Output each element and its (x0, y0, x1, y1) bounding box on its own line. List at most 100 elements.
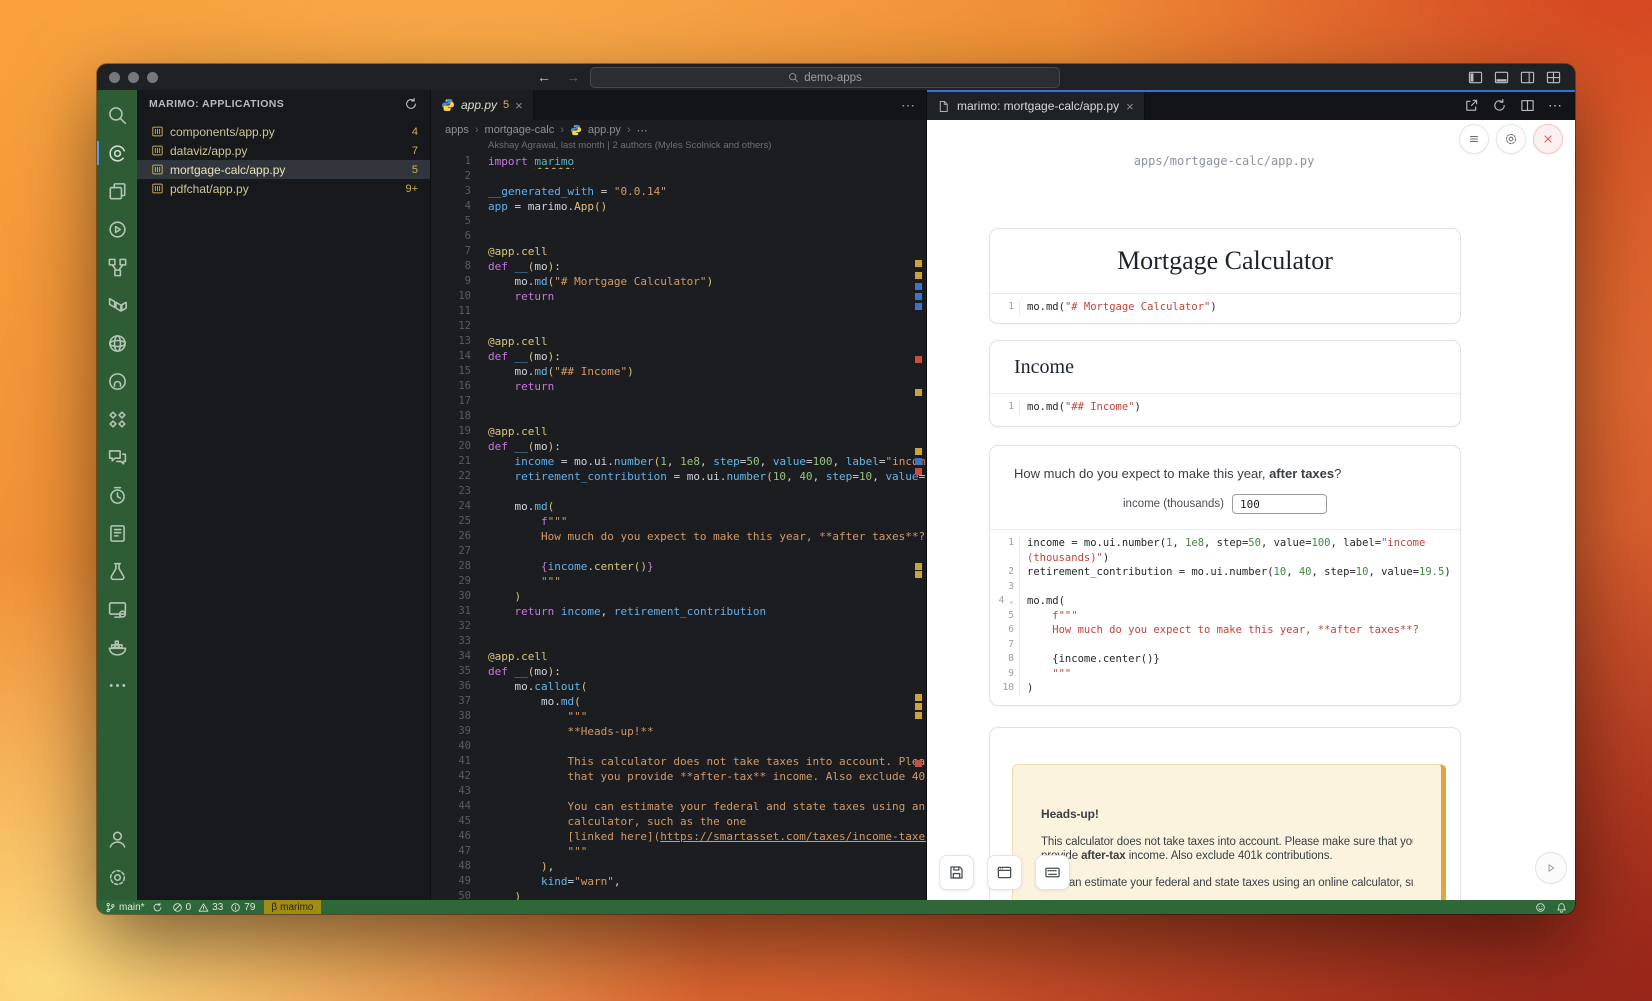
line-number: 42 (431, 769, 488, 784)
income-input[interactable] (1232, 494, 1327, 514)
breadcrumb-item[interactable]: mortgage-calc (485, 124, 555, 136)
code-line: 1import marimo (431, 154, 926, 169)
code-line: 33 (431, 634, 926, 649)
tab-label: marimo: mortgage-calc/app.py (957, 99, 1119, 113)
activity-pipelines[interactable] (97, 400, 137, 438)
problems-status[interactable]: 0 33 79 (172, 902, 256, 913)
editor-group-preview: marimo: mortgage-calc/app.py × ⋯ apps/mo… (927, 90, 1575, 900)
code-editor[interactable]: 1import marimo23__generated_with = "0.0.… (431, 153, 926, 900)
activity-notebook[interactable] (97, 514, 137, 552)
code-line: 35def __(mo): (431, 664, 926, 679)
line-number: 2 (990, 565, 1020, 580)
layout-grid-icon[interactable] (1546, 70, 1561, 85)
panel-left-icon[interactable] (1468, 70, 1483, 85)
code-line: 26 How much do you expect to make this y… (431, 529, 926, 544)
window-icon (996, 864, 1013, 881)
git-blame-annotation: Akshay Agrawal, last month | 2 authors (… (431, 140, 926, 153)
command-center-search[interactable]: demo-apps (590, 67, 1060, 88)
activity-comments[interactable] (97, 438, 137, 476)
tab-marimo-preview[interactable]: marimo: mortgage-calc/app.py × (927, 92, 1145, 120)
tab-app-py[interactable]: app.py 5 × (431, 90, 534, 120)
chevron-down-icon[interactable]: ⌄ (1004, 596, 1014, 605)
preview-tab-bar: marimo: mortgage-calc/app.py × ⋯ (927, 90, 1575, 120)
cell-code[interactable]: 1mo.md("# Mortgage Calculator") (990, 293, 1460, 319)
gear-icon (1504, 132, 1518, 146)
code-line: 9 mo.md("# Mortgage Calculator") (431, 274, 926, 289)
run-button[interactable] (1535, 852, 1567, 884)
activity-settings[interactable] (97, 858, 137, 896)
file-row[interactable]: components/app.py4 (137, 122, 430, 141)
file-row[interactable]: mortgage-calc/app.py5 (137, 160, 430, 179)
shutdown-button[interactable] (1533, 124, 1563, 154)
code-line: 22 retirement_contribution = mo.ui.numbe… (431, 469, 926, 484)
zoom-window-button[interactable] (147, 72, 158, 83)
breadcrumb-item[interactable]: app.py (588, 124, 621, 136)
question-text: How much do you expect to make this year… (990, 446, 1460, 481)
activity-sphere[interactable] (97, 324, 137, 362)
notifications-bell-icon[interactable] (1556, 902, 1567, 913)
activity-search[interactable] (97, 96, 137, 134)
activity-docker[interactable] (97, 628, 137, 666)
activity-watch[interactable] (97, 476, 137, 514)
activity-github[interactable] (97, 362, 137, 400)
close-icon[interactable]: × (1126, 99, 1134, 114)
save-button[interactable] (939, 855, 974, 890)
activity-files[interactable] (97, 172, 137, 210)
breadcrumb-item[interactable]: ⋯ (637, 124, 648, 137)
line-number: 41 (431, 754, 488, 769)
editor-actions-more[interactable]: ⋯ (901, 97, 926, 114)
overview-ruler[interactable] (912, 153, 926, 900)
refresh-icon[interactable] (1492, 98, 1507, 113)
file-row[interactable]: dataviz/app.py7 (137, 141, 430, 160)
cell-code[interactable]: 1income = mo.ui.number(1, 1e8, step=50, … (990, 529, 1460, 700)
activity-symbols[interactable] (97, 248, 137, 286)
python-icon (570, 124, 582, 136)
activity-terraform[interactable] (97, 286, 137, 324)
nav-back-button[interactable]: ← (537, 69, 551, 85)
info-icon (230, 902, 241, 913)
run-profile-icon (107, 219, 128, 240)
file-row[interactable]: pdfchat/app.py9+ (137, 179, 430, 198)
refresh-icon[interactable] (404, 97, 418, 111)
nav-forward-button[interactable]: → (566, 69, 580, 85)
panel-bottom-icon[interactable] (1494, 70, 1509, 85)
code-line: 23 (431, 484, 926, 499)
settings-button[interactable] (1496, 124, 1526, 154)
line-number: 15 (431, 364, 488, 379)
split-editor-icon[interactable] (1520, 98, 1535, 113)
close-icon[interactable]: × (515, 98, 523, 113)
panel-right-icon[interactable] (1520, 70, 1535, 85)
close-window-button[interactable] (109, 72, 120, 83)
activity-account[interactable] (97, 820, 137, 858)
open-external-icon[interactable] (1464, 98, 1479, 113)
more-actions-icon[interactable]: ⋯ (1548, 97, 1563, 114)
line-number: 49 (431, 874, 488, 889)
traffic-lights[interactable] (97, 72, 158, 83)
code-line: 28 {income.center()} (431, 559, 926, 574)
breadcrumb-item[interactable]: apps (445, 124, 469, 136)
line-number: 47 (431, 844, 488, 859)
cell-code[interactable]: 1mo.md("## Income") (990, 393, 1460, 419)
code-line: 8def __(mo): (431, 259, 926, 274)
keyboard-shortcuts-button[interactable] (1035, 855, 1070, 890)
tab-label: app.py (461, 98, 497, 112)
sphere-icon (107, 333, 128, 354)
activity-remote[interactable] (97, 590, 137, 628)
feedback-smiley-icon[interactable] (1535, 902, 1546, 913)
breadcrumb[interactable]: apps›mortgage-calc›app.py›⋯ (431, 120, 926, 140)
marimo-file-icon (151, 163, 164, 176)
activity-test[interactable] (97, 552, 137, 590)
open-window-button[interactable] (987, 855, 1022, 890)
git-branch-status[interactable]: main* (105, 902, 163, 913)
line-number: 7 (990, 638, 1020, 653)
activity-marimo[interactable] (97, 134, 137, 172)
activity-run-profile[interactable] (97, 210, 137, 248)
minimize-window-button[interactable] (128, 72, 139, 83)
file-name: pdfchat/app.py (170, 182, 405, 196)
line-number: 28 (431, 559, 488, 574)
marimo-extension-status[interactable]: β marimo (264, 900, 320, 914)
account-icon (107, 829, 128, 850)
menu-button[interactable] (1459, 124, 1489, 154)
activity-more[interactable] (97, 666, 137, 704)
code-line: 1mo.md("# Mortgage Calculator") (990, 300, 1460, 315)
